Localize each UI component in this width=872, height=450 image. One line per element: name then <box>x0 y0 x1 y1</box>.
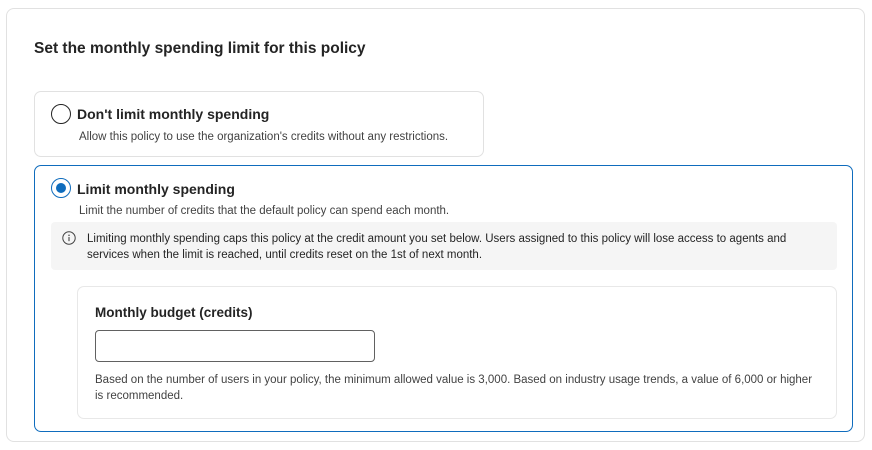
radio-limited[interactable] <box>51 178 71 198</box>
monthly-budget-input[interactable] <box>95 330 375 362</box>
monthly-budget-label: Monthly budget (credits) <box>95 305 253 320</box>
radio-unlimited[interactable] <box>51 104 71 124</box>
monthly-budget-card: Monthly budget (credits) Based on the nu… <box>77 286 837 419</box>
info-icon <box>62 231 76 245</box>
info-message: Limiting monthly spending caps this poli… <box>51 222 837 270</box>
section-title: Set the monthly spending limit for this … <box>34 40 366 57</box>
spending-limit-panel: Set the monthly spending limit for this … <box>6 8 865 442</box>
option-card-unlimited[interactable]: Don't limit monthly spending Allow this … <box>34 91 484 157</box>
option-description-limited: Limit the number of credits that the def… <box>79 205 450 217</box>
monthly-budget-hint: Based on the number of users in your pol… <box>95 374 813 402</box>
option-label-limited[interactable]: Limit monthly spending <box>77 181 235 197</box>
info-text: Limiting monthly spending caps this poli… <box>87 233 787 261</box>
option-label-unlimited[interactable]: Don't limit monthly spending <box>77 106 269 122</box>
option-card-limited[interactable]: Limit monthly spending Limit the number … <box>34 165 853 432</box>
option-description-unlimited: Allow this policy to use the organizatio… <box>79 131 449 143</box>
